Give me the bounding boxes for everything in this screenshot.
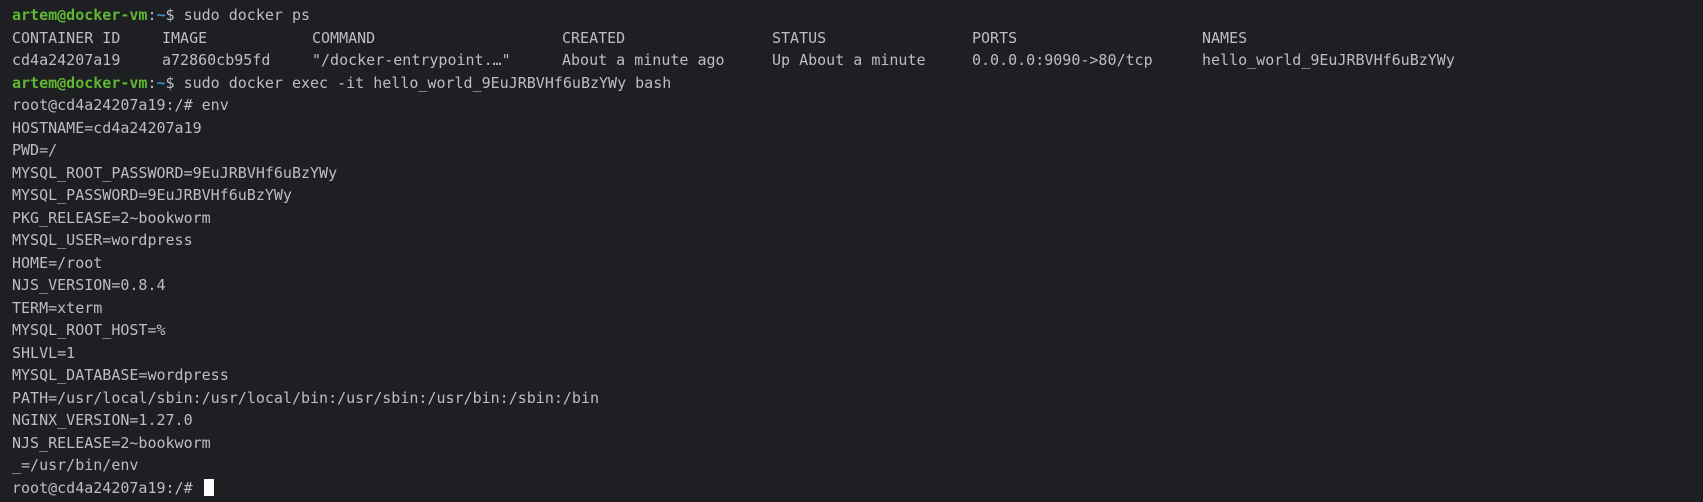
- ps-table-row: cd4a24207a19 a72860cb95fd "/docker-entry…: [12, 49, 1703, 72]
- ps-table-header: CONTAINER ID IMAGE COMMAND CREATED STATU…: [12, 27, 1703, 50]
- ps-header-status: STATUS: [772, 28, 827, 47]
- env-line: PKG_RELEASE=2~bookworm: [12, 208, 211, 227]
- command-docker-exec: sudo docker exec -it hello_world_9EuJRBV…: [183, 73, 672, 92]
- env-line: MYSQL_PASSWORD=9EuJRBVHf6uBzYWy: [12, 186, 292, 204]
- ps-header-image: IMAGE: [162, 28, 208, 47]
- ps-header-container-id: CONTAINER ID: [12, 28, 121, 47]
- env-line: NGINX_VERSION=1.27.0: [12, 411, 193, 429]
- ps-header-created: CREATED: [562, 28, 626, 47]
- env-line: MYSQL_ROOT_PASSWORD=9EuJRBVHf6uBzYWy: [12, 163, 338, 182]
- ps-cell-created: About a minute ago: [562, 51, 725, 69]
- ps-cell-status: Up About a minute: [772, 51, 926, 69]
- env-line: MYSQL_DATABASE=wordpress: [12, 366, 229, 384]
- env-line: NJS_RELEASE=2~bookworm: [12, 433, 211, 452]
- ps-header-command: COMMAND: [312, 28, 376, 47]
- env-line: TERM=xterm: [12, 298, 103, 317]
- prompt-symbol: $: [165, 6, 175, 24]
- env-line: PATH=/usr/local/sbin:/usr/local/bin:/usr…: [12, 388, 599, 407]
- command-env: env: [201, 96, 229, 114]
- env-line: NJS_VERSION=0.8.4: [12, 276, 166, 294]
- prompt-user-host: artem@docker-vm: [12, 6, 148, 24]
- text-cursor[interactable]: [203, 478, 214, 496]
- prompt-path: ~: [156, 73, 166, 92]
- ps-header-names: NAMES: [1202, 28, 1248, 47]
- env-line: MYSQL_ROOT_HOST=%: [12, 321, 166, 339]
- command-docker-ps: sudo docker ps: [183, 6, 311, 24]
- ps-cell-command: "/docker-entrypoint.…": [312, 51, 511, 69]
- ps-cell-image: a72860cb95fd: [162, 51, 271, 69]
- root-prompt-line-env: root@cd4a24207a19:/# env: [12, 94, 1703, 117]
- env-line: _=/usr/bin/env: [12, 456, 139, 474]
- prompt-colon: :: [147, 6, 157, 24]
- env-line: HOSTNAME=cd4a24207a19: [12, 118, 202, 137]
- root-prompt-line-current[interactable]: root@cd4a24207a19:/#: [12, 477, 1703, 500]
- env-line: HOME=/root: [12, 253, 103, 272]
- prompt-colon: :: [147, 73, 157, 92]
- terminal-window[interactable]: artem@docker-vm:~$ sudo docker ps CONTAI…: [0, 0, 1703, 502]
- ps-header-ports: PORTS: [972, 28, 1018, 47]
- env-line: PWD=/: [12, 141, 58, 159]
- env-line: SHLVL=1: [12, 343, 76, 362]
- ps-cell-container-id: cd4a24207a19: [12, 51, 121, 69]
- root-prompt: root@cd4a24207a19:/#: [12, 96, 193, 114]
- prompt-path: ~: [156, 6, 166, 24]
- prompt-symbol: $: [165, 73, 175, 92]
- root-prompt: root@cd4a24207a19:/#: [12, 478, 193, 497]
- ps-cell-names: hello_world_9EuJRBVHf6uBzYWy: [1202, 51, 1455, 69]
- prompt-user-host: artem@docker-vm: [12, 73, 148, 92]
- prompt-line-ps: artem@docker-vm:~$ sudo docker ps: [12, 4, 1703, 27]
- env-line: MYSQL_USER=wordpress: [12, 231, 193, 249]
- ps-cell-ports: 0.0.0.0:9090->80/tcp: [972, 51, 1153, 69]
- prompt-line-exec: artem@docker-vm:~$ sudo docker exec -it …: [12, 72, 1703, 95]
